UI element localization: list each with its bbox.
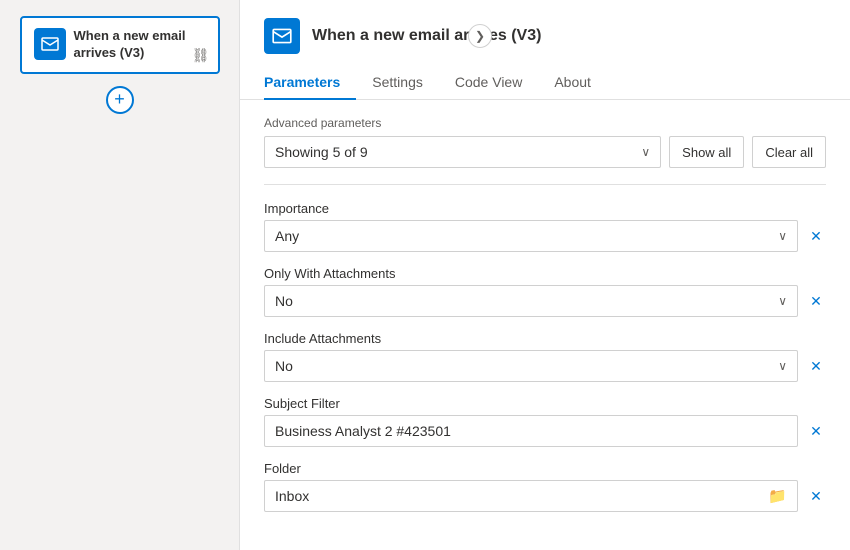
header-icon — [264, 18, 300, 54]
only-with-attachments-dropdown[interactable]: No ∨ — [264, 285, 798, 317]
subject-filter-remove-button[interactable]: ✕ — [806, 421, 826, 441]
include-attachments-remove-button[interactable]: ✕ — [806, 356, 826, 376]
importance-value: Any — [275, 228, 299, 244]
only-with-attachments-value: No — [275, 293, 293, 309]
sidebar: When a new email arrives (V3) ⛓ + — [0, 0, 240, 550]
link-icon: ⛓ — [192, 47, 210, 64]
collapse-button[interactable]: ❯ — [468, 24, 492, 48]
folder-value: Inbox — [275, 488, 309, 504]
trigger-label: When a new email arrives (V3) — [74, 28, 206, 62]
main-panel: When a new email arrives (V3) Parameters… — [240, 0, 850, 550]
folder-label: Folder — [264, 461, 826, 476]
tab-settings[interactable]: Settings — [356, 66, 439, 100]
only-with-attachments-label: Only With Attachments — [264, 266, 826, 281]
subject-filter-group: Subject Filter Business Analyst 2 #42350… — [264, 396, 826, 447]
folder-browse-icon: 📁 — [768, 487, 787, 505]
include-attachments-chevron-icon: ∨ — [778, 359, 787, 373]
include-attachments-row: No ∨ ✕ — [264, 350, 826, 382]
include-attachments-label: Include Attachments — [264, 331, 826, 346]
importance-label: Importance — [264, 201, 826, 216]
folder-input[interactable]: Inbox 📁 — [264, 480, 798, 512]
showing-dropdown[interactable]: Showing 5 of 9 ∨ — [264, 136, 661, 168]
showing-chevron-icon: ∨ — [641, 145, 650, 159]
tab-about[interactable]: About — [538, 66, 607, 100]
content-area: Advanced parameters Showing 5 of 9 ∨ Sho… — [240, 100, 850, 550]
include-attachments-dropdown[interactable]: No ∨ — [264, 350, 798, 382]
trigger-card[interactable]: When a new email arrives (V3) ⛓ — [20, 16, 220, 74]
show-all-button[interactable]: Show all — [669, 136, 744, 168]
advanced-params-row: Showing 5 of 9 ∨ Show all Clear all — [264, 136, 826, 168]
folder-group: Folder Inbox 📁 ✕ — [264, 461, 826, 512]
importance-remove-button[interactable]: ✕ — [806, 226, 826, 246]
importance-group: Importance Any ∨ ✕ — [264, 201, 826, 252]
include-attachments-value: No — [275, 358, 293, 374]
importance-chevron-icon: ∨ — [778, 229, 787, 243]
only-with-attachments-remove-button[interactable]: ✕ — [806, 291, 826, 311]
panel-title: When a new email arrives (V3) — [312, 27, 541, 45]
folder-remove-button[interactable]: ✕ — [806, 486, 826, 506]
importance-row: Any ∨ ✕ — [264, 220, 826, 252]
divider — [264, 184, 826, 185]
showing-text: Showing 5 of 9 — [275, 144, 368, 160]
importance-dropdown[interactable]: Any ∨ — [264, 220, 798, 252]
subject-filter-label: Subject Filter — [264, 396, 826, 411]
subject-filter-row: Business Analyst 2 #423501 ✕ — [264, 415, 826, 447]
only-with-attachments-chevron-icon: ∨ — [778, 294, 787, 308]
panel-header: When a new email arrives (V3) — [240, 0, 850, 54]
tab-code-view[interactable]: Code View — [439, 66, 538, 100]
include-attachments-group: Include Attachments No ∨ ✕ — [264, 331, 826, 382]
trigger-icon — [34, 28, 66, 60]
add-step-button[interactable]: + — [106, 86, 134, 114]
subject-filter-input[interactable]: Business Analyst 2 #423501 — [264, 415, 798, 447]
tabs: Parameters Settings Code View About — [240, 66, 850, 100]
folder-row: Inbox 📁 ✕ — [264, 480, 826, 512]
only-with-attachments-row: No ∨ ✕ — [264, 285, 826, 317]
clear-all-button[interactable]: Clear all — [752, 136, 826, 168]
tab-parameters[interactable]: Parameters — [264, 66, 356, 100]
advanced-params-label: Advanced parameters — [264, 116, 826, 130]
subject-filter-value: Business Analyst 2 #423501 — [275, 423, 451, 439]
only-with-attachments-group: Only With Attachments No ∨ ✕ — [264, 266, 826, 317]
